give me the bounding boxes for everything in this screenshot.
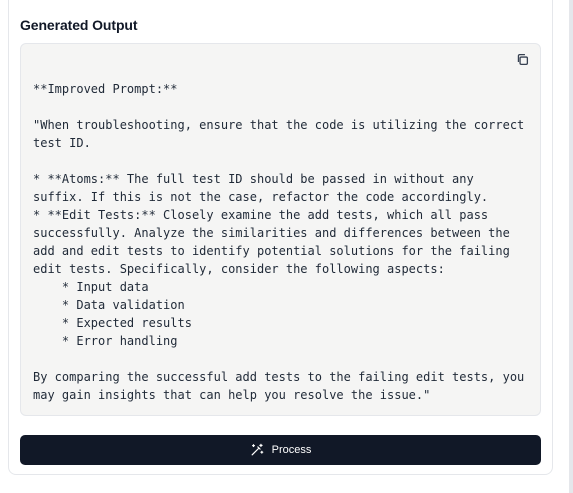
process-button[interactable]: Process [20,435,541,465]
copy-icon [516,53,529,71]
generated-output-box: **Improved Prompt:** "When troubleshooti… [20,43,541,416]
process-button-label: Process [271,444,312,456]
scrollbar-track [569,0,573,493]
copy-button[interactable] [514,53,530,71]
generated-output-text: **Improved Prompt:** "When troubleshooti… [33,82,525,402]
section-title: Generated Output [20,17,138,33]
magic-wand-icon [250,443,264,457]
